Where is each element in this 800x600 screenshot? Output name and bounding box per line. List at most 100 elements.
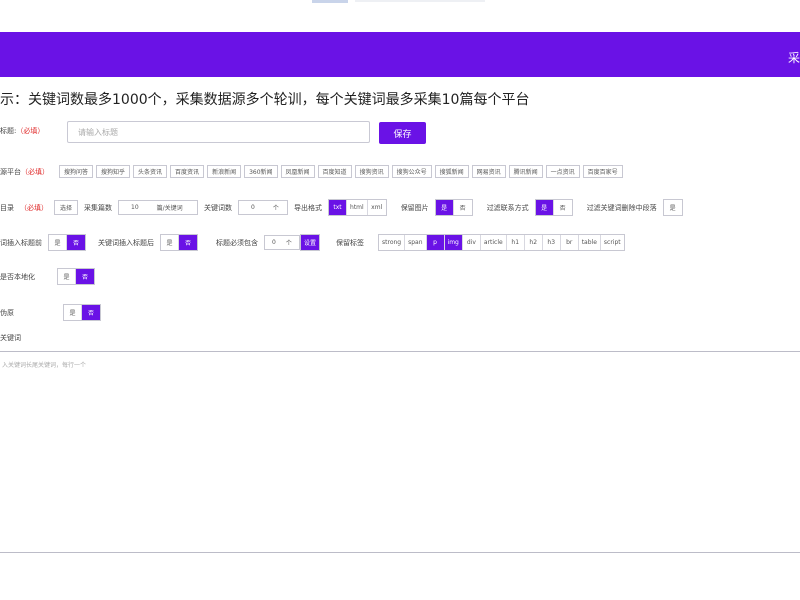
app-header <box>0 32 800 77</box>
filter-contact-option-1[interactable]: 否 <box>553 200 572 215</box>
platform-chip-9[interactable]: 搜狗公众号 <box>391 165 432 178</box>
save-button[interactable]: 保存 <box>379 122 426 144</box>
select-dir-button[interactable]: 选择 <box>54 200 79 215</box>
localize-option-1[interactable]: 否 <box>76 269 94 284</box>
title-must-set-wrap: 设置 <box>300 234 321 251</box>
collect-count-unit: 篇/关键词 <box>156 205 183 212</box>
title-must-input[interactable]: 0 个 <box>264 235 300 250</box>
insert-front-option-0[interactable]: 是 <box>49 235 67 250</box>
platform-chip-14[interactable]: 百度百家号 <box>582 165 623 178</box>
keyword-count-label: 关键词数 <box>204 203 233 212</box>
platform-chip-4[interactable]: 新浪新闻 <box>207 165 242 178</box>
localize-row: 是否本地化 是否 <box>0 268 95 285</box>
format-label: 导出格式 <box>294 203 323 212</box>
keep-tag-option-1[interactable]: span <box>405 235 427 250</box>
platform-chip-10[interactable]: 搜狐新闻 <box>434 165 469 178</box>
filter-contact-toggle: 是否 <box>534 199 573 216</box>
keep-tag-option-3[interactable]: img <box>444 235 463 250</box>
insert-front-label: 词插入标题前 <box>0 238 42 247</box>
keyword-count-unit: 个 <box>272 205 279 212</box>
format-option-1[interactable]: html <box>347 200 368 215</box>
keep-image-option-1[interactable]: 否 <box>453 200 472 215</box>
title-input[interactable]: 请输入标题 <box>67 121 370 143</box>
collect-count-input[interactable]: 10 篇/关键词 <box>118 200 199 215</box>
title-must-set-button[interactable]: 设置 <box>301 235 320 250</box>
platform-chip-6[interactable]: 凤凰新闻 <box>280 165 315 178</box>
title-must-value: 0 <box>272 239 276 246</box>
pseudo-toggle: 是否 <box>63 304 101 321</box>
keep-image-label: 保留图片 <box>400 203 429 212</box>
insert-after-option-0[interactable]: 是 <box>161 235 179 250</box>
title-must-unit: 个 <box>285 240 292 247</box>
filter-keyword-toggle: 是 <box>662 199 683 216</box>
source-required-mark: （必填） <box>21 167 49 176</box>
keyword-label: 关键词 <box>0 334 21 342</box>
top-tab-strip <box>355 0 485 2</box>
keep-tag-option-9[interactable]: br <box>560 235 579 250</box>
platform-chip-11[interactable]: 网易资讯 <box>471 165 506 178</box>
keep-tag-option-10[interactable]: table <box>578 235 601 250</box>
keyword-count-input[interactable]: 0 个 <box>238 200 289 215</box>
keyword-textarea[interactable]: 入关键词长尾关键词，每行一个 <box>0 351 800 553</box>
dir-required-mark: （必填） <box>20 203 48 212</box>
filter-contact-label: 过滤联系方式 <box>486 203 529 212</box>
keep-tag-option-2[interactable]: p <box>426 235 445 250</box>
platform-chip-0[interactable]: 搜狗问答 <box>59 165 94 178</box>
keep-image-option-0[interactable]: 是 <box>435 200 454 215</box>
keep-tags-label: 保留标签 <box>336 238 365 247</box>
keyword-row: 关键词 <box>0 333 21 343</box>
insert-front-option-1[interactable]: 否 <box>67 235 85 250</box>
title-input-placeholder: 请输入标题 <box>78 127 118 137</box>
insert-after-option-1[interactable]: 否 <box>179 235 197 250</box>
format-option-2[interactable]: xml <box>367 200 386 215</box>
notice-text: 示：关键词数最多1000个，采集数据源多个轮训，每个关键词最多采集10篇每个平台 <box>0 92 530 108</box>
keep-tag-option-7[interactable]: h2 <box>524 235 543 250</box>
keep-image-toggle: 是否 <box>434 199 473 216</box>
insert-after-label: 关键词插入标题后 <box>98 238 154 247</box>
platform-chip-1[interactable]: 搜狗知乎 <box>96 165 131 178</box>
localize-option-0[interactable]: 是 <box>58 269 76 284</box>
keyword-textarea-placeholder: 入关键词长尾关键词，每行一个 <box>2 362 87 369</box>
collect-count-value: 10 <box>131 204 139 211</box>
title-label: 标题: <box>0 127 17 135</box>
pseudo-option-0[interactable]: 是 <box>64 305 82 320</box>
keep-tag-option-6[interactable]: h1 <box>506 235 525 250</box>
platform-chip-7[interactable]: 百度知道 <box>317 165 352 178</box>
source-label: 源平台 <box>0 167 21 176</box>
browser-top-strip <box>0 0 800 32</box>
insert-front-toggle: 是否 <box>48 234 86 251</box>
platform-chip-5[interactable]: 360新闻 <box>244 165 278 178</box>
keep-tag-option-11[interactable]: script <box>600 235 624 250</box>
header-right-text[interactable]: 采 <box>788 49 800 66</box>
collect-count-label: 采集篇数 <box>84 203 113 212</box>
platform-chip-8[interactable]: 搜狗资讯 <box>354 165 389 178</box>
platform-chip-2[interactable]: 头条资讯 <box>133 165 168 178</box>
pseudo-option-1[interactable]: 否 <box>82 305 100 320</box>
title-must-label: 标题必须包含 <box>216 238 258 247</box>
pseudo-row: 伪原 是否 <box>0 304 101 321</box>
platform-chip-12[interactable]: 腾讯新闻 <box>508 165 543 178</box>
platform-chip-3[interactable]: 百度资讯 <box>170 165 205 178</box>
platform-chip-group: 搜狗问答 搜狗知乎 头条资讯 百度资讯 新浪新闻 360新闻 凤凰新闻 百度知道 搜狗资讯 搜狗公… <box>59 165 623 178</box>
keep-tags-group: strong span p img div article h1 h2 h3 br table scr… <box>378 234 625 251</box>
insert-after-toggle: 是否 <box>160 234 198 251</box>
top-tab-indicator <box>312 0 348 3</box>
title-required-mark: （必填） <box>16 127 45 135</box>
keep-tag-option-5[interactable]: article <box>480 235 507 250</box>
dir-label: 目录 <box>0 203 14 212</box>
keep-tag-option-4[interactable]: div <box>462 235 481 250</box>
localize-label: 是否本地化 <box>0 272 35 281</box>
pseudo-label: 伪原 <box>0 308 14 317</box>
config-row: 目录 （必填） 选择 采集篇数 10 篇/关键词 关键词数 0 个 导出格式 t… <box>0 199 683 216</box>
keep-tag-option-0[interactable]: strong <box>379 235 406 250</box>
localize-toggle: 是否 <box>57 268 95 285</box>
filter-keyword-option-0[interactable]: 是 <box>663 200 682 215</box>
platform-chip-13[interactable]: 一点资讯 <box>545 165 580 178</box>
insert-row: 词插入标题前 是否 关键词插入标题后 是否 标题必须包含 0 个 设置 保留标签… <box>0 234 625 251</box>
filter-keyword-label: 过滤关键词删除中段落 <box>586 203 657 212</box>
filter-contact-option-0[interactable]: 是 <box>535 200 554 215</box>
format-option-0[interactable]: txt <box>329 200 348 215</box>
keep-tag-option-8[interactable]: h3 <box>542 235 561 250</box>
title-row: 标题: （必填） <box>0 126 50 136</box>
format-toggle: txt html xml <box>328 199 387 216</box>
